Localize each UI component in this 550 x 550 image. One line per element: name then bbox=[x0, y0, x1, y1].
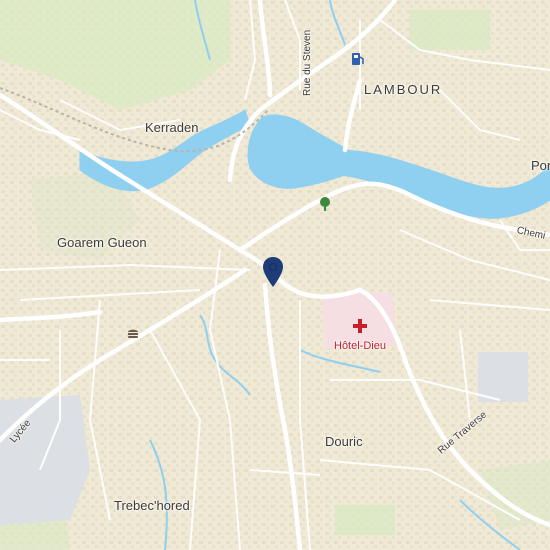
red-cross-icon[interactable] bbox=[352, 318, 368, 339]
hotel-dieu-label: Hôtel-Dieu bbox=[334, 340, 386, 352]
lambour-label: LAMBOUR bbox=[364, 82, 443, 97]
douric-label: Douric bbox=[325, 434, 363, 449]
map-canvas[interactable]: LAMBOUR Kerraden Goarem Gueon Douric Tre… bbox=[0, 0, 550, 550]
kerraden-label: Kerraden bbox=[145, 120, 199, 135]
trebechored-label: Trebec'hored bbox=[114, 498, 190, 513]
burger-icon[interactable] bbox=[126, 326, 140, 345]
rue-du-steven-label: Rue du Steven bbox=[302, 29, 313, 96]
goarem-gueon-label: Goarem Gueon bbox=[57, 235, 147, 250]
location-pin-icon[interactable] bbox=[262, 256, 284, 293]
port-label: Por bbox=[531, 158, 550, 173]
tree-icon[interactable] bbox=[317, 196, 333, 217]
fuel-station-icon[interactable] bbox=[351, 51, 365, 72]
